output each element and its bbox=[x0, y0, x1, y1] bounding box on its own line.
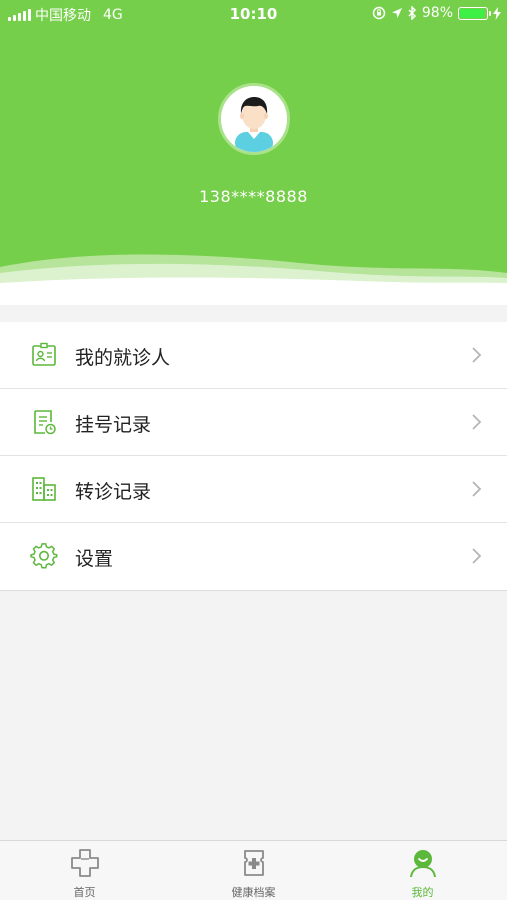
tab-health-records[interactable]: 健康档案 bbox=[169, 841, 338, 900]
menu-item-patients[interactable]: 我的就诊人 bbox=[0, 322, 507, 389]
gear-icon bbox=[30, 543, 58, 569]
bluetooth-icon bbox=[408, 6, 416, 20]
patient-card-icon bbox=[32, 342, 56, 366]
user-phone: 138****8888 bbox=[199, 187, 308, 206]
chevron-right-icon bbox=[472, 347, 482, 363]
battery-percent: 98% bbox=[421, 5, 453, 21]
rotation-lock-icon bbox=[372, 6, 386, 20]
menu-item-label: 设置 bbox=[75, 548, 114, 570]
menu-item-settings[interactable]: 设置 bbox=[0, 523, 507, 590]
tab-label: 首页 bbox=[73, 886, 96, 899]
header-wave bbox=[0, 254, 507, 305]
battery-icon bbox=[458, 6, 491, 20]
user-icon bbox=[409, 850, 436, 878]
chevron-right-icon bbox=[472, 414, 482, 430]
tab-bar: 首页 健康档案 我的 bbox=[0, 840, 507, 900]
profile-menu: 我的就诊人 挂号记录 转诊记录 设置 bbox=[0, 322, 507, 591]
medical-cross-icon bbox=[70, 849, 99, 877]
registration-record-icon bbox=[34, 410, 56, 435]
menu-item-registrations[interactable]: 挂号记录 bbox=[0, 389, 507, 456]
avatar[interactable] bbox=[218, 83, 290, 155]
menu-item-label: 挂号记录 bbox=[75, 414, 152, 436]
tab-label: 健康档案 bbox=[231, 886, 276, 899]
tab-label: 我的 bbox=[411, 886, 434, 899]
chevron-right-icon bbox=[472, 481, 482, 497]
tab-home[interactable]: 首页 bbox=[0, 841, 169, 900]
menu-item-referrals[interactable]: 转诊记录 bbox=[0, 456, 507, 523]
location-icon bbox=[391, 8, 402, 18]
charging-icon bbox=[493, 6, 501, 20]
health-file-icon bbox=[243, 850, 264, 876]
user-avatar-icon bbox=[221, 86, 287, 152]
status-bar: 中国移动 4G 10:10 98% bbox=[0, 0, 507, 28]
menu-item-label: 我的就诊人 bbox=[75, 347, 171, 369]
tab-mine[interactable]: 我的 bbox=[338, 841, 507, 900]
profile-header: 中国移动 4G 10:10 98% 138****8888 bbox=[0, 0, 507, 305]
building-icon bbox=[32, 477, 56, 501]
menu-item-label: 转诊记录 bbox=[75, 481, 152, 503]
chevron-right-icon bbox=[472, 548, 482, 564]
